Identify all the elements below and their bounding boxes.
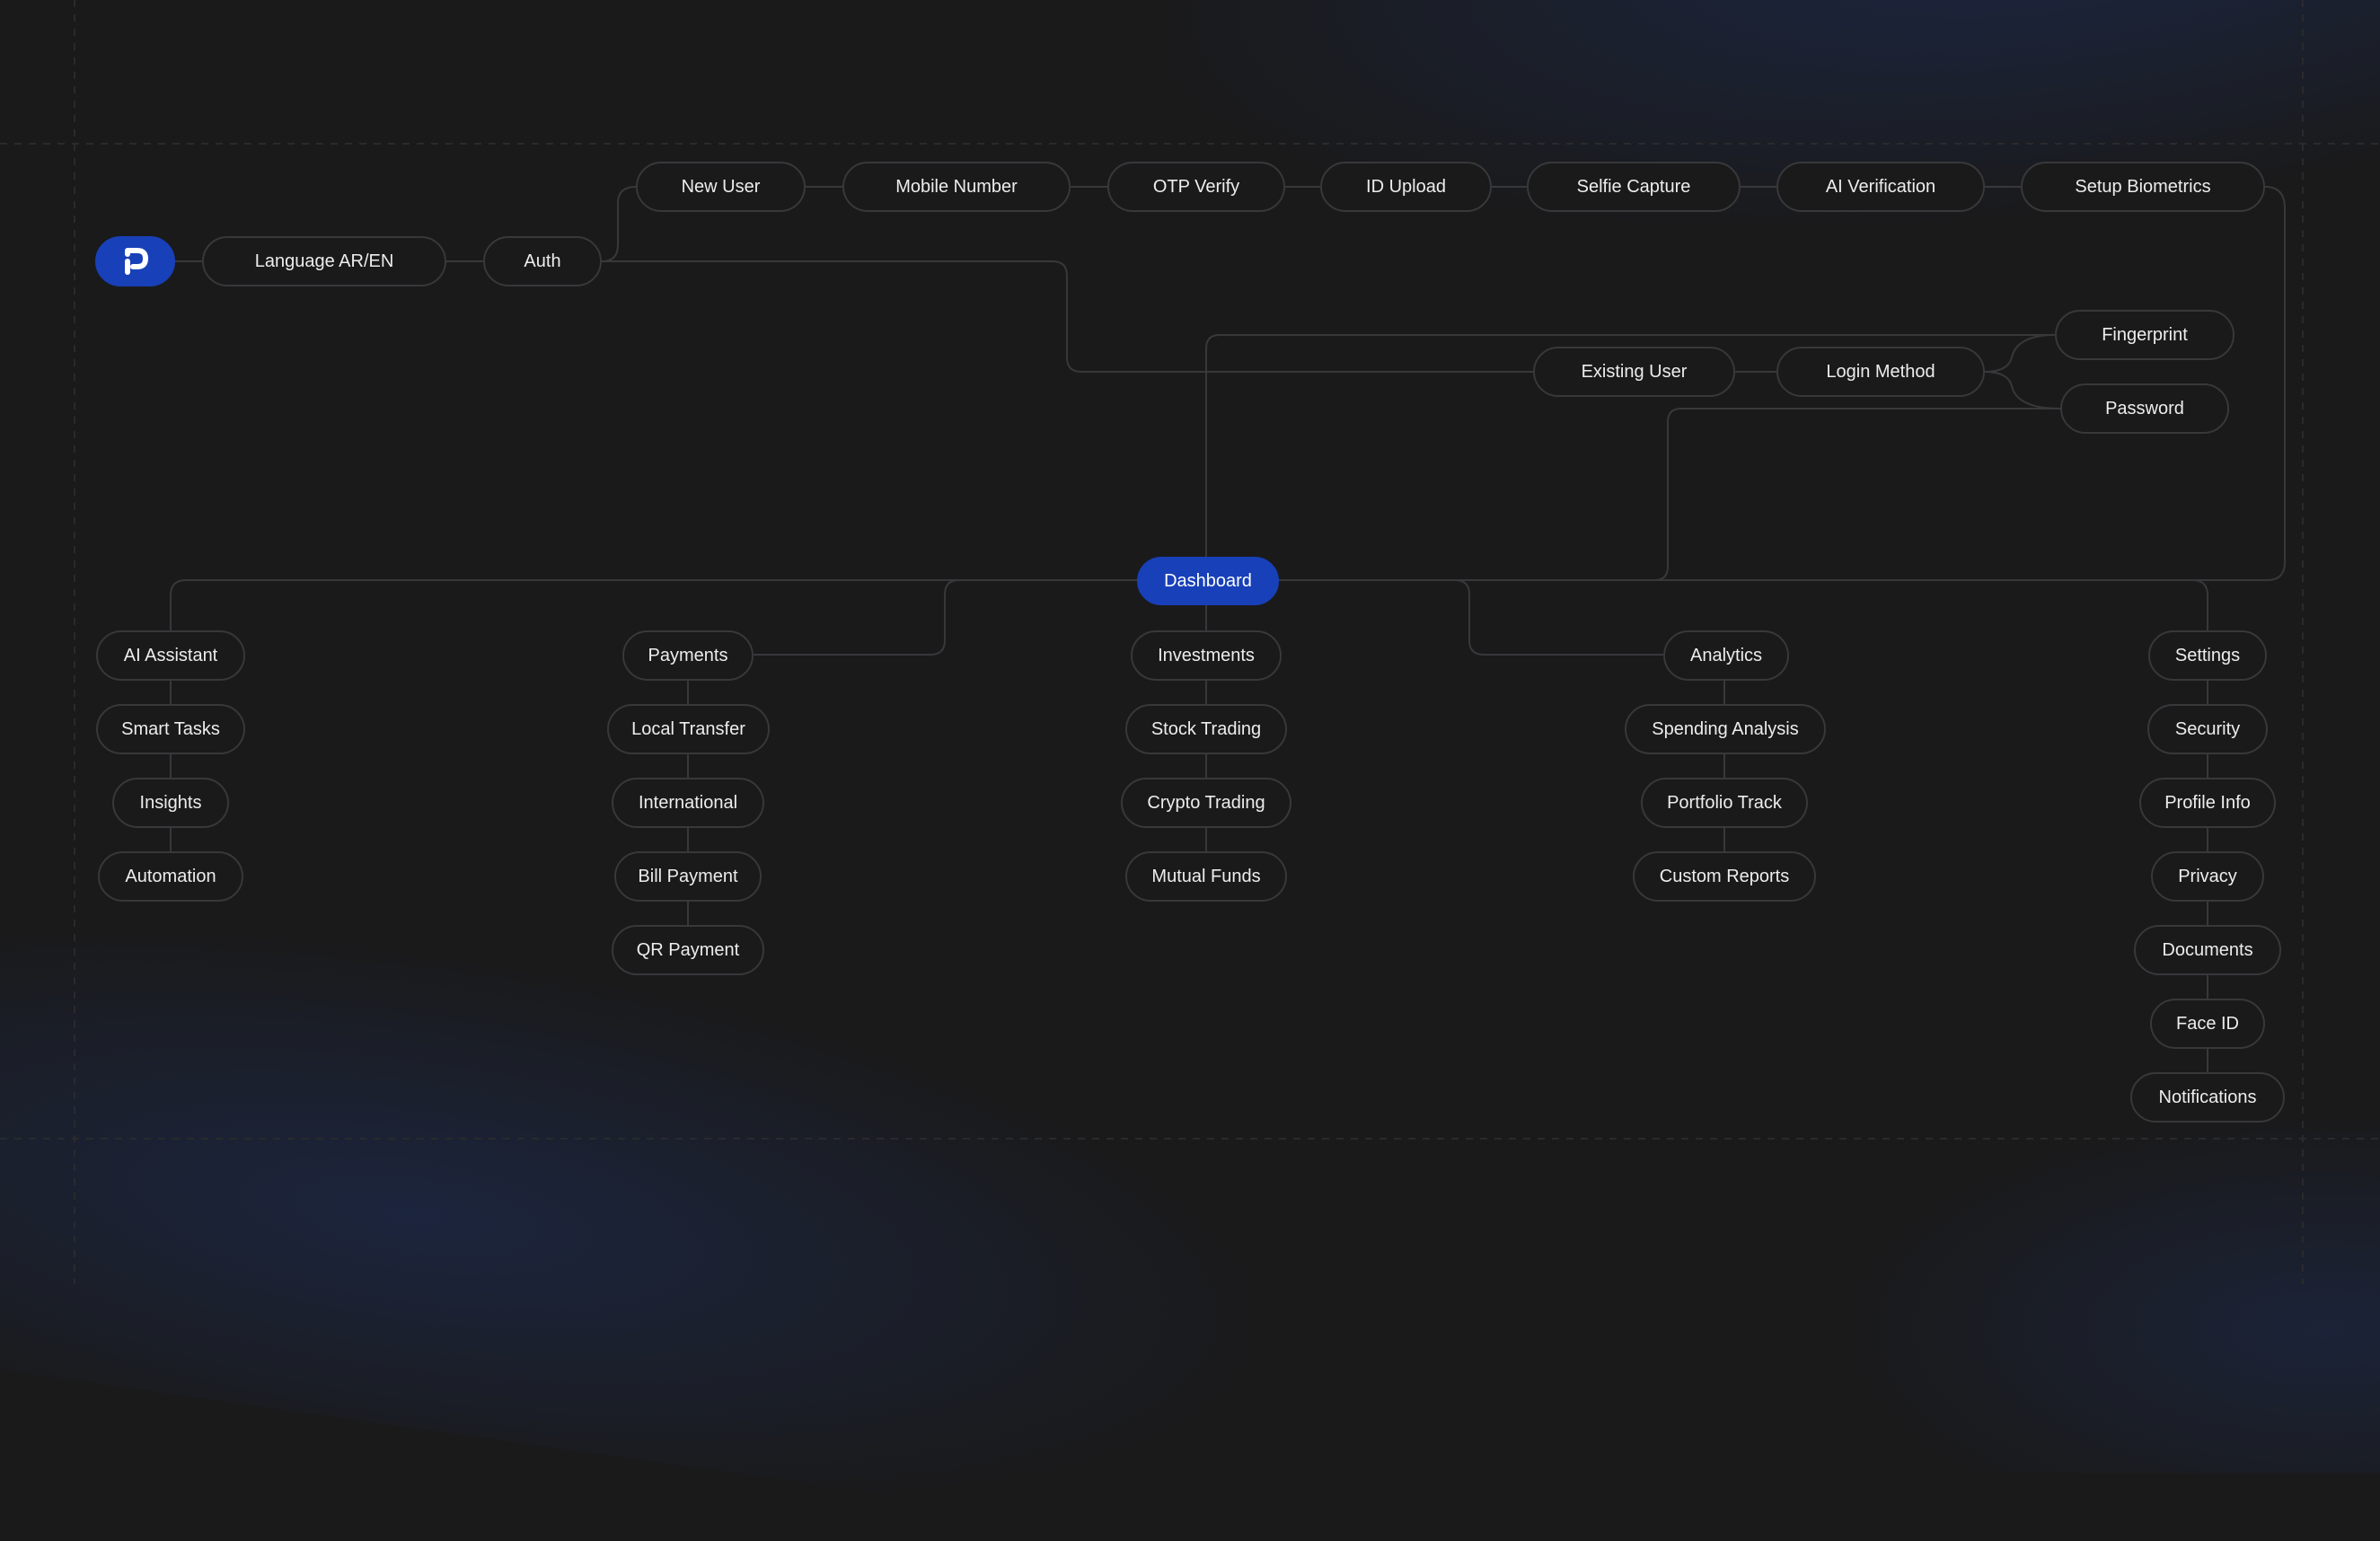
node-selfie-capture[interactable]: Selfie Capture — [1527, 162, 1741, 212]
node-smart-tasks[interactable]: Smart Tasks — [96, 704, 245, 754]
node-password[interactable]: Password — [2060, 383, 2229, 434]
node-automation[interactable]: Automation — [98, 851, 243, 902]
node-ai-assistant[interactable]: AI Assistant — [96, 630, 245, 681]
node-setup-biometrics[interactable]: Setup Biometrics — [2021, 162, 2265, 212]
node-custom-reports[interactable]: Custom Reports — [1633, 851, 1816, 902]
node-dashboard[interactable]: Dashboard — [1137, 557, 1279, 605]
node-otp-verify[interactable]: OTP Verify — [1107, 162, 1285, 212]
node-international[interactable]: International — [612, 778, 764, 828]
node-stock-trading[interactable]: Stock Trading — [1125, 704, 1287, 754]
node-qr-payment[interactable]: QR Payment — [612, 925, 764, 975]
node-bill-payment[interactable]: Bill Payment — [614, 851, 762, 902]
node-notifications[interactable]: Notifications — [2130, 1072, 2285, 1123]
node-portfolio-track[interactable]: Portfolio Track — [1641, 778, 1808, 828]
node-privacy[interactable]: Privacy — [2151, 851, 2264, 902]
node-profile-info[interactable]: Profile Info — [2139, 778, 2276, 828]
node-ai-verification[interactable]: AI Verification — [1776, 162, 1985, 212]
node-settings[interactable]: Settings — [2148, 630, 2267, 681]
node-security[interactable]: Security — [2147, 704, 2268, 754]
node-login-method[interactable]: Login Method — [1776, 347, 1985, 397]
node-existing-user[interactable]: Existing User — [1533, 347, 1735, 397]
node-mobile-number[interactable]: Mobile Number — [842, 162, 1071, 212]
node-face-id[interactable]: Face ID — [2150, 999, 2265, 1049]
node-investments[interactable]: Investments — [1131, 630, 1282, 681]
node-analytics[interactable]: Analytics — [1663, 630, 1789, 681]
node-spending-analysis[interactable]: Spending Analysis — [1625, 704, 1826, 754]
node-new-user[interactable]: New User — [636, 162, 806, 212]
node-insights[interactable]: Insights — [112, 778, 229, 828]
node-auth[interactable]: Auth — [483, 236, 602, 286]
node-documents[interactable]: Documents — [2134, 925, 2281, 975]
node-language[interactable]: Language AR/EN — [202, 236, 446, 286]
app-logo[interactable] — [95, 236, 175, 286]
node-fingerprint[interactable]: Fingerprint — [2055, 310, 2235, 360]
node-mutual-funds[interactable]: Mutual Funds — [1125, 851, 1287, 902]
node-id-upload[interactable]: ID Upload — [1320, 162, 1492, 212]
p-logo-icon — [124, 248, 148, 275]
node-payments[interactable]: Payments — [622, 630, 754, 681]
node-crypto-trading[interactable]: Crypto Trading — [1121, 778, 1291, 828]
node-local-transfer[interactable]: Local Transfer — [607, 704, 770, 754]
